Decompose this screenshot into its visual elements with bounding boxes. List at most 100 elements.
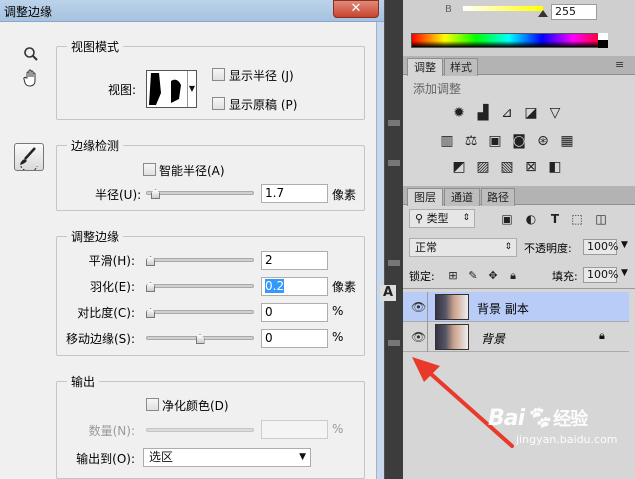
lock-all-icon[interactable]: 🔒︎ <box>505 268 521 284</box>
show-original-checkbox[interactable] <box>212 97 225 110</box>
type-filter-icon[interactable]: T <box>547 211 563 227</box>
decontaminate-checkbox[interactable] <box>146 398 159 411</box>
chevron-down-icon: ⇕ <box>504 242 512 252</box>
layer-name: 背景 <box>481 332 506 346</box>
color-spectrum-ramp[interactable] <box>411 33 607 48</box>
watermark-brand: Bai <box>488 406 525 431</box>
gradient-map-icon[interactable]: ◧ <box>547 159 563 175</box>
close-button[interactable]: ✕ <box>333 0 379 18</box>
vibrance-icon[interactable]: ▽ <box>547 105 563 121</box>
feather-input[interactable]: 0.2 <box>261 277 328 296</box>
curves-icon[interactable]: ⊿ <box>499 105 515 121</box>
brightness-icon[interactable]: ✹ <box>451 105 467 121</box>
blue-channel-slider[interactable] <box>463 6 543 11</box>
dialog-titlebar[interactable]: 调整边缘 <box>0 0 384 22</box>
layer-filter-value: 类型 <box>426 212 449 225</box>
blend-mode-value: 正常 <box>415 241 437 254</box>
dialog-scroll-edge <box>376 22 384 479</box>
shape-filter-icon[interactable]: ⬚ <box>569 211 585 227</box>
tab-paths[interactable]: 路径 <box>481 188 515 206</box>
watermark-brand-tail: 经验 <box>553 409 588 430</box>
chevron-down-icon: ▼ <box>187 71 196 107</box>
levels-icon[interactable]: ▟ <box>475 105 491 121</box>
posterize-icon[interactable]: ▨ <box>475 159 491 175</box>
radius-input[interactable]: 1.7 <box>261 184 328 203</box>
channel-mixer-icon[interactable]: ⊛ <box>535 133 551 149</box>
blue-channel-input[interactable]: 255 <box>551 4 597 20</box>
pixel-filter-icon[interactable]: ▣ <box>499 211 515 227</box>
layer-name: 背景 副本 <box>477 302 529 316</box>
amount-unit: % <box>332 422 344 436</box>
blue-channel-thumb[interactable] <box>538 10 548 17</box>
brush-icon <box>20 147 38 172</box>
decontaminate-label: 净化颜色(D) <box>162 399 229 413</box>
layer-thumbnail <box>435 324 469 350</box>
color-lookup-icon[interactable]: ▦ <box>559 133 575 149</box>
photo-filter-icon[interactable]: ◙ <box>511 133 527 149</box>
amount-input[interactable] <box>261 420 328 439</box>
paw-icon: 🐾︎ <box>524 406 552 431</box>
shift-edge-input[interactable]: 0 <box>261 329 328 348</box>
chevron-down-icon[interactable]: ▼ <box>621 268 628 278</box>
watermark: Bai🐾︎ 经验 jingyan.baidu.com <box>488 405 618 446</box>
smooth-input[interactable]: 2 <box>261 251 328 270</box>
chevron-down-icon: ⇕ <box>462 213 470 223</box>
adjustments-panel: 调整 样式 ≡ 添加调整 ✹ ▟ ⊿ ◪ ▽ ▥ ⚖ ▣ ◙ ⊛ ▦ ◩ ▨ ▧… <box>403 56 635 186</box>
black-white-icon[interactable]: ▣ <box>487 133 503 149</box>
edge-detection-legend: 边缘检测 <box>71 139 120 153</box>
tab-channels[interactable]: 通道 <box>444 188 480 206</box>
text-tool-icon[interactable]: A <box>380 285 396 301</box>
chevron-down-icon[interactable]: ▼ <box>621 240 628 250</box>
view-mode-dropdown[interactable]: ▼ <box>146 70 197 108</box>
adjust-edge-legend: 调整边缘 <box>71 230 120 244</box>
eye-icon[interactable]: 👁︎ <box>411 330 426 344</box>
tab-styles[interactable]: 样式 <box>444 58 478 76</box>
layer-filter-dropdown[interactable]: ⚲ 类型 ⇕ <box>409 209 475 228</box>
smart-object-filter-icon[interactable]: ◫ <box>593 211 609 227</box>
watermark-url: jingyan.baidu.com <box>516 433 618 446</box>
adjustment-filter-icon[interactable]: ◐ <box>523 211 539 227</box>
exposure-icon[interactable]: ◪ <box>523 105 539 121</box>
layer-row[interactable]: 👁︎ 背景 副本 <box>403 292 629 322</box>
zoom-tool-icon[interactable] <box>18 44 44 70</box>
view-preview-thumbnail <box>149 73 185 105</box>
layer-thumbnail <box>435 294 469 320</box>
output-to-value: 选区 <box>149 450 174 464</box>
invert-icon[interactable]: ◩ <box>451 159 467 175</box>
amount-slider[interactable] <box>146 428 254 432</box>
tab-adjustments[interactable]: 调整 <box>407 58 443 76</box>
blend-mode-dropdown[interactable]: 正常 ⇕ <box>409 238 517 257</box>
show-radius-checkbox[interactable] <box>212 68 225 81</box>
hand-tool-icon[interactable] <box>18 68 44 94</box>
hue-saturation-icon[interactable]: ▥ <box>439 133 455 149</box>
lock-transparent-icon[interactable]: ⊞ <box>445 268 461 284</box>
feather-unit: 像素 <box>332 280 357 294</box>
lock-label: 锁定: <box>409 270 435 283</box>
opacity-input[interactable]: 100% <box>583 239 618 255</box>
radius-slider[interactable] <box>146 191 254 195</box>
feather-slider[interactable] <box>146 284 254 288</box>
layer-row[interactable]: 👁︎ 背景 🔒︎ <box>403 322 629 352</box>
contrast-input[interactable]: 0 <box>261 303 328 322</box>
feather-label: 羽化(E): <box>90 280 135 294</box>
view-mode-group: 视图模式 <box>56 38 365 120</box>
refine-radius-brush-tool[interactable] <box>14 143 44 172</box>
view-mode-legend: 视图模式 <box>71 40 120 54</box>
selective-color-icon[interactable]: ⊠ <box>523 159 539 175</box>
threshold-icon[interactable]: ▧ <box>499 159 515 175</box>
chevron-down-icon: ▼ <box>299 452 306 462</box>
contrast-slider[interactable] <box>146 310 254 314</box>
add-adjustment-hint: 添加调整 <box>413 82 462 96</box>
eye-icon[interactable]: 👁︎ <box>411 300 426 314</box>
tab-layers[interactable]: 图层 <box>407 188 443 206</box>
smooth-slider[interactable] <box>146 258 254 262</box>
color-balance-icon[interactable]: ⚖ <box>463 133 479 149</box>
lock-position-icon[interactable]: ✥ <box>485 268 501 284</box>
panel-menu-icon[interactable]: ≡ <box>615 58 624 71</box>
radius-unit: 像素 <box>332 188 357 202</box>
smart-radius-checkbox[interactable] <box>143 163 156 176</box>
fill-input[interactable]: 100% <box>583 267 618 283</box>
lock-paint-icon[interactable]: ✎ <box>465 268 481 284</box>
refine-edge-dialog: 调整边缘 ✕ 视图模式 视图: ▼ 显示半径 (J) 显示原稿 (P) 边缘检测… <box>0 0 384 479</box>
output-to-dropdown[interactable]: 选区 ▼ <box>143 448 311 467</box>
